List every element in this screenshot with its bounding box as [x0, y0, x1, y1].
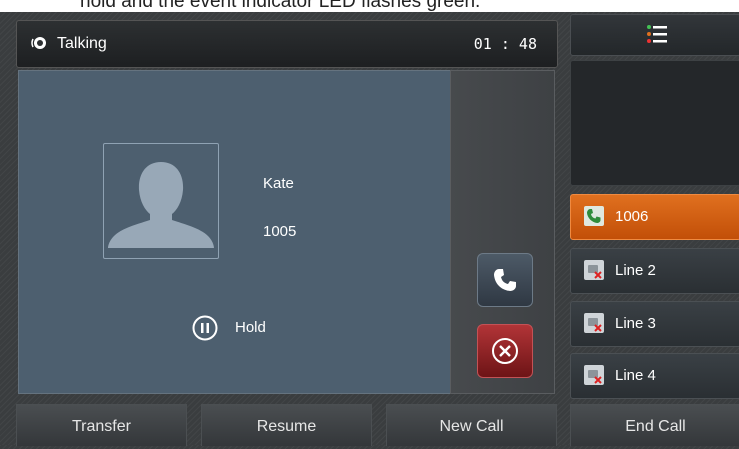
- resume-softkey[interactable]: Resume: [201, 404, 372, 446]
- menu-icon: [647, 25, 667, 43]
- line-label: Line 4: [615, 367, 656, 384]
- end-call-softkey[interactable]: End Call: [570, 404, 739, 446]
- caption-text: hold and the event indicator LED flashes…: [80, 0, 481, 12]
- hold-label: Hold: [235, 319, 266, 336]
- handset-icon: [584, 206, 604, 226]
- reject-button[interactable]: [477, 324, 533, 378]
- pause-icon: [192, 315, 218, 341]
- line-key-line-2[interactable]: Line 2: [570, 248, 739, 294]
- call-timer: 01 : 48: [473, 35, 537, 53]
- line-key-line-4[interactable]: Line 4: [570, 353, 739, 399]
- close-circle-icon: [492, 338, 518, 364]
- line-unregistered-icon: [584, 313, 604, 333]
- line-key-line-3[interactable]: Line 3: [570, 301, 739, 347]
- blank-panel: [570, 60, 739, 186]
- handset-icon: [494, 269, 516, 291]
- transfer-softkey[interactable]: Transfer: [16, 404, 187, 446]
- line-unregistered-icon: [584, 365, 604, 385]
- line-label: Line 3: [615, 315, 656, 332]
- call-info-panel: Kate 1005 Hold: [18, 70, 452, 394]
- contact-avatar: [103, 143, 219, 259]
- contact-name: Kate: [263, 175, 294, 192]
- new-call-softkey[interactable]: New Call: [386, 404, 557, 446]
- menu-bar[interactable]: [570, 14, 739, 56]
- contact-number: 1005: [263, 223, 297, 240]
- status-bar: Talking 01 : 48: [16, 20, 558, 68]
- line-key-1006[interactable]: 1006: [570, 194, 739, 240]
- answer-button[interactable]: [477, 253, 533, 307]
- speaker-icon: [31, 37, 46, 49]
- line-label: 1006: [615, 208, 649, 225]
- line-unregistered-icon: [584, 260, 604, 280]
- person-silhouette-icon: [108, 162, 214, 248]
- call-status-label: Talking: [57, 35, 107, 52]
- line-label: Line 2: [615, 262, 656, 279]
- caption-strip: hold and the event indicator LED flashes…: [0, 0, 739, 12]
